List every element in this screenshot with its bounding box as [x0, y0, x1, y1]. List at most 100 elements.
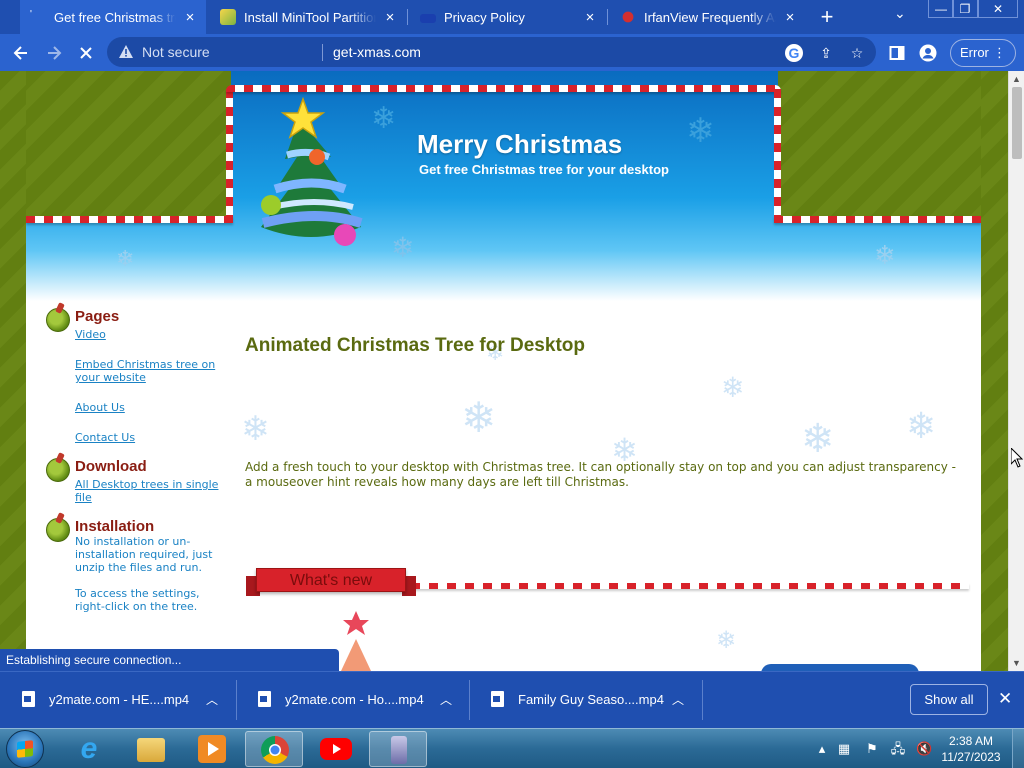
snowflake-icon: ❄ [801, 416, 835, 462]
snowflake-icon: ❄ [874, 241, 896, 271]
main-heading: Animated Christmas Tree for Desktop [245, 335, 585, 356]
download-filename: Family Guy Seaso....mp4 [518, 692, 664, 707]
taskbar-chrome[interactable] [245, 731, 303, 767]
window-close-button[interactable]: ✕ [978, 0, 1018, 18]
page-widget [761, 664, 919, 671]
small-tree-icon [341, 611, 371, 671]
error-menu-button[interactable]: Error ⋮ [950, 39, 1016, 67]
taskbar-ie[interactable]: e [60, 731, 118, 767]
side-panel-icon[interactable] [887, 43, 907, 63]
tab-strip: ' Get free Christmas tree fo × Install M… [0, 0, 1024, 34]
stop-loading-icon[interactable] [73, 40, 99, 66]
ornament-icon [46, 518, 70, 542]
vertical-scrollbar[interactable]: ▲ ▼ [1008, 71, 1024, 671]
link-contact-us[interactable]: Contact Us [75, 431, 225, 444]
link-video[interactable]: Video [75, 328, 225, 341]
privacy-favicon-icon [420, 14, 436, 23]
chrome-icon [261, 736, 289, 764]
tab-title: Privacy Policy [444, 9, 525, 25]
minimize-button[interactable]: — [928, 0, 954, 18]
back-arrow-icon[interactable] [8, 40, 34, 66]
tab-get-xmas[interactable]: ' Get free Christmas tree fo × [20, 0, 206, 34]
tab-search-chevron-icon[interactable]: ⌄ [894, 5, 906, 22]
shelf-divider [702, 680, 703, 720]
bookmark-star-icon[interactable]: ☆ [848, 44, 866, 62]
chevron-up-icon[interactable]: ︿ [440, 691, 452, 708]
tab-divider [407, 9, 408, 25]
close-shelf-icon[interactable]: ✕ [998, 689, 1012, 709]
candy-border [774, 89, 781, 223]
taskbar-installer[interactable] [369, 731, 427, 767]
network-icon[interactable]: 🖧 [890, 741, 906, 757]
taskbar-explorer[interactable] [122, 731, 180, 767]
tab-close-icon[interactable]: × [382, 9, 398, 26]
settings-hint-text: To access the settings, right-click on t… [75, 587, 200, 613]
download-item[interactable]: y2mate.com - HE....mp4 ︿ [0, 672, 236, 728]
installation-text: No installation or un-installation requi… [75, 535, 213, 574]
header-olive-left [26, 71, 231, 219]
file-icon [491, 691, 504, 707]
scroll-thumb[interactable] [1012, 87, 1022, 159]
scroll-up-icon[interactable]: ▲ [1012, 74, 1021, 84]
start-button[interactable] [6, 730, 44, 768]
installer-icon [391, 736, 407, 764]
tab-privacy-policy[interactable]: Privacy Policy × [410, 0, 606, 34]
volume-muted-icon[interactable]: 🔇 [916, 741, 932, 757]
ornament-icon [46, 458, 70, 482]
chevron-up-icon[interactable]: ︿ [672, 691, 684, 708]
tab-irfanview[interactable]: IrfanView Frequently Aske × [610, 0, 806, 34]
file-icon [258, 691, 271, 707]
link-about-us[interactable]: About Us [75, 401, 225, 414]
taskbar: e ▴ ▦ ⚑ 🖧 🔇 2:38 AM 11/27/2023 [0, 728, 1024, 768]
taskbar-youtube[interactable] [307, 731, 365, 767]
show-all-button[interactable]: Show all [910, 684, 988, 715]
status-bubble: Establishing secure connection... [0, 649, 339, 671]
folder-icon [137, 738, 165, 762]
restore-button[interactable]: ❐ [952, 0, 978, 18]
new-tab-button[interactable]: + [816, 3, 838, 31]
snowflake-icon: ❄ [686, 111, 715, 151]
main-paragraph: Add a fresh touch to your desktop with C… [245, 460, 956, 489]
chevron-up-icon[interactable]: ︿ [206, 691, 218, 708]
tab-title: Get free Christmas tree fo [54, 9, 176, 25]
whats-new-divider [411, 583, 969, 589]
security-label[interactable]: Not secure [142, 44, 210, 60]
snowflake-icon: ❄ [716, 626, 737, 654]
tab-close-icon[interactable]: × [182, 9, 198, 26]
forward-arrow-icon[interactable] [41, 40, 67, 66]
clock-date: 11/27/2023 [941, 750, 1001, 764]
irfanview-favicon-icon [620, 9, 636, 25]
download-filename: y2mate.com - Ho....mp4 [285, 692, 424, 707]
taskbar-media-player[interactable] [183, 731, 241, 767]
share-icon[interactable]: ⇪ [817, 44, 835, 62]
tray-app-icon[interactable]: ▦ [836, 741, 852, 757]
download-item[interactable]: Family Guy Seaso....mp4 ︿ [469, 672, 702, 728]
download-item[interactable]: y2mate.com - Ho....mp4 ︿ [236, 672, 469, 728]
tab-close-icon[interactable]: × [782, 9, 798, 26]
youtube-icon [320, 738, 352, 760]
profile-avatar-icon[interactable] [918, 43, 938, 63]
minitool-favicon-icon [220, 9, 236, 25]
show-desktop-button[interactable] [1012, 729, 1024, 768]
scroll-down-icon[interactable]: ▼ [1012, 658, 1021, 668]
omnibox-divider [322, 44, 323, 61]
link-embed-tree[interactable]: Embed Christmas tree on your website [75, 358, 225, 384]
candy-border [774, 216, 981, 223]
site-content: ❄ ❄ ❄ ❄ ❄ ❄ ❄ ❄ ❄ ❄ ❄ ❄ ❄ Merry Christma… [26, 71, 981, 671]
google-lens-icon[interactable]: G [785, 44, 803, 62]
warning-triangle-icon [119, 45, 133, 58]
snowflake-icon: ❄ [906, 406, 937, 447]
candy-border [26, 216, 233, 223]
link-all-trees[interactable]: All Desktop trees in single file [75, 478, 225, 504]
system-clock[interactable]: 2:38 AM 11/27/2023 [935, 733, 1007, 765]
address-bar[interactable]: Not secure get-xmas.com G ⇪ ☆ [107, 37, 876, 67]
page-viewport: ❄ ❄ ❄ ❄ ❄ ❄ ❄ ❄ ❄ ❄ ❄ ❄ ❄ Merry Christma… [0, 71, 1024, 671]
tab-minitool[interactable]: Install MiniTool Partition W × [210, 0, 406, 34]
clock-time: 2:38 AM [948, 734, 994, 748]
tab-close-icon[interactable]: × [582, 9, 598, 26]
media-player-icon [198, 735, 226, 763]
action-center-flag-icon[interactable]: ⚑ [864, 741, 880, 757]
tray-expand-icon[interactable]: ▴ [814, 741, 830, 757]
url-text[interactable]: get-xmas.com [333, 44, 421, 60]
download-shelf: y2mate.com - HE....mp4 ︿ y2mate.com - Ho… [0, 671, 1024, 728]
